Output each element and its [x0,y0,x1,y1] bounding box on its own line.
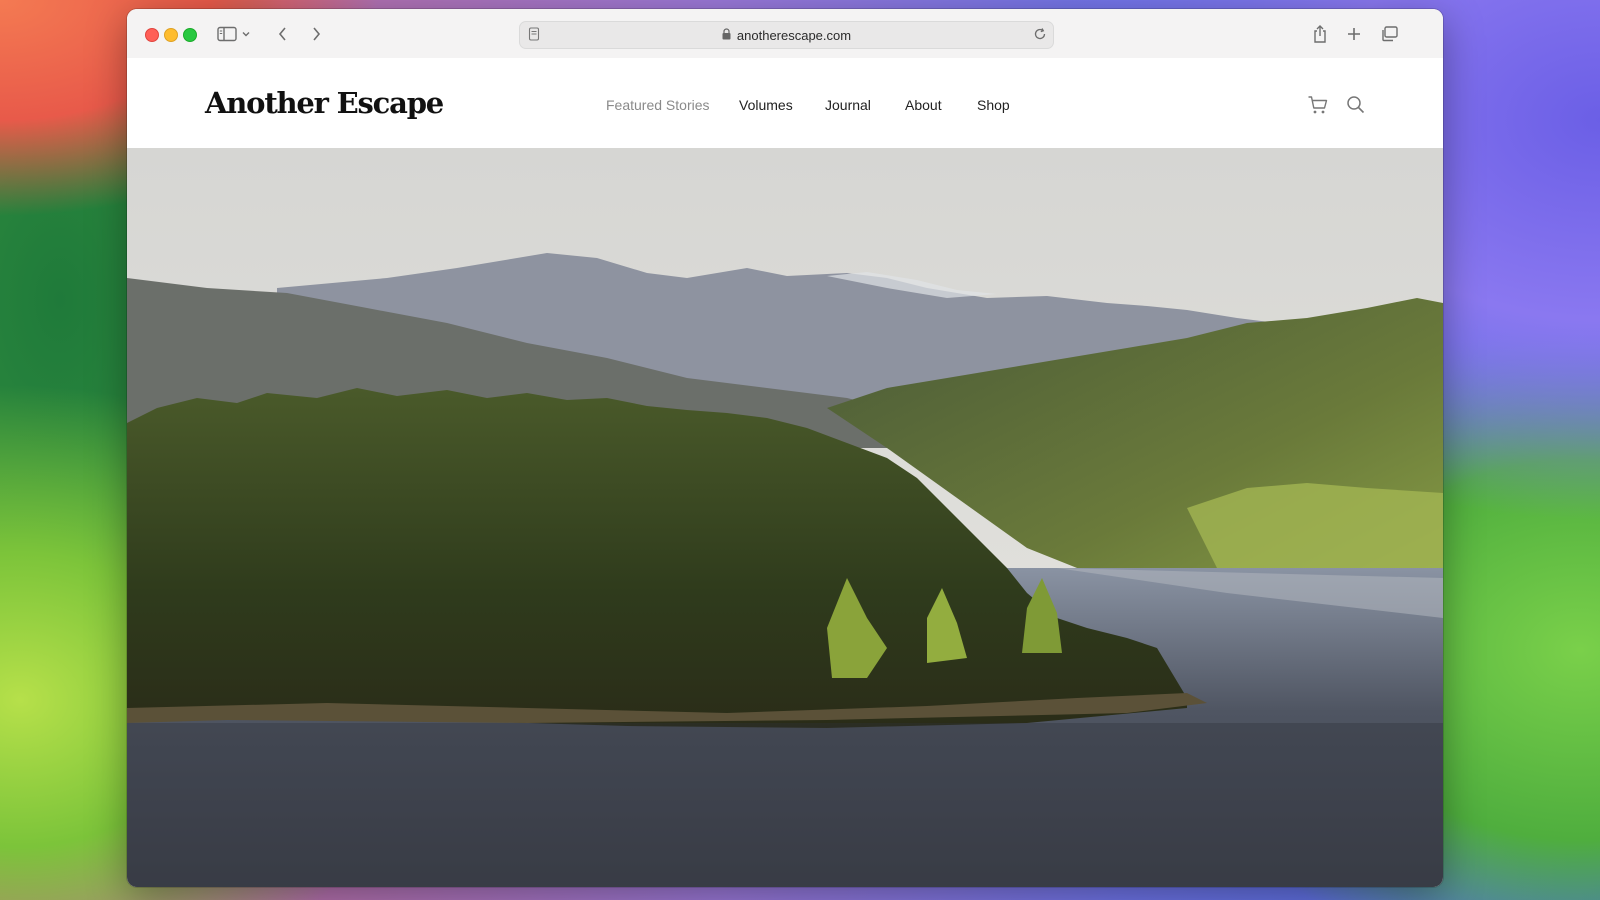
cart-icon[interactable] [1307,94,1329,116]
nav-about[interactable]: About [905,97,942,113]
nav-volumes[interactable]: Volumes [739,97,793,113]
chevron-left-icon[interactable] [271,23,295,45]
nav-shop[interactable]: Shop [977,97,1010,113]
chevron-right-icon[interactable] [304,23,328,45]
share-icon[interactable] [1308,23,1332,45]
sidebar-icon[interactable] [215,23,239,45]
browser-window: anotherescape.com Another Escape Feature… [127,9,1443,887]
chevron-down-icon[interactable] [239,23,253,45]
address-bar[interactable]: anotherescape.com [519,21,1054,49]
close-window-button[interactable] [145,28,159,42]
nav-journal[interactable]: Journal [825,97,871,113]
url-text: anotherescape.com [736,27,852,43]
lake-forest-mountains-photo [127,148,1443,887]
lock-icon [722,27,731,43]
page-icon[interactable] [528,27,540,46]
zoom-window-button[interactable] [183,28,197,42]
hero-image [127,148,1443,887]
minimize-window-button[interactable] [164,28,178,42]
plus-icon[interactable] [1342,23,1366,45]
reload-icon[interactable] [1033,27,1047,46]
tabs-overview-icon[interactable] [1377,23,1401,45]
site-logo[interactable]: Another Escape [205,86,444,120]
nav-featured-stories[interactable]: Featured Stories [606,97,710,113]
browser-toolbar: anotherescape.com [127,9,1443,59]
search-icon[interactable] [1345,94,1367,116]
site-header: Another Escape Featured Stories Volumes … [127,58,1443,148]
